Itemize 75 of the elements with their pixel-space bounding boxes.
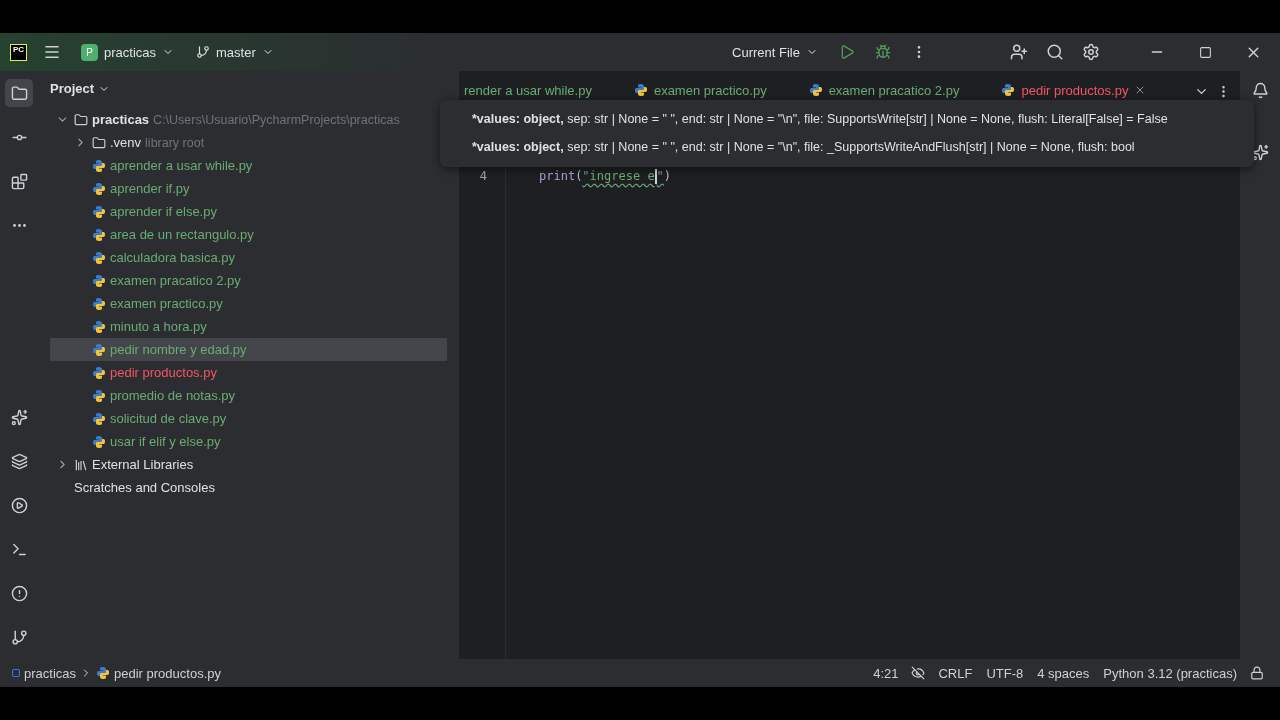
file-name: solicitud de clave.py xyxy=(110,411,227,426)
tree-row[interactable]: area de un rectangulo.py xyxy=(50,223,447,246)
file-name: examen practico.py xyxy=(110,296,223,311)
file-name: aprender a usar while.py xyxy=(110,158,253,173)
parameter-signature: *values: object, sep: str | None = " ", end: str | None = "\n", file: _SupportsWriteAndFlush[str] | None = None, flush: bool xyxy=(472,139,1136,156)
indent-setting[interactable]: 4 spaces xyxy=(1032,665,1095,681)
tree-row[interactable]: examen pracatico 2.py xyxy=(50,269,447,292)
python-file-icon xyxy=(92,365,106,380)
project-dropdown[interactable]: P practicas xyxy=(77,41,179,63)
python-file-icon xyxy=(92,342,106,357)
folder-icon xyxy=(74,112,88,127)
folder-path: library root xyxy=(145,135,205,150)
python-file-icon xyxy=(92,273,106,288)
python-file-icon xyxy=(92,434,106,449)
folder-path: C:\Users\Usuario\PycharmProjects\practicas xyxy=(153,112,400,127)
folder-icon xyxy=(92,135,106,150)
parameter-signature: *values: object, sep: str | None = " ", end: str | None = "\n", file: SupportsWrite[str] | None = None, flush: Literal[False] = False xyxy=(472,111,1169,128)
file-encoding[interactable]: UTF-8 xyxy=(981,665,1029,681)
tree-row[interactable]: aprender a usar while.py xyxy=(50,154,447,177)
python-file-icon xyxy=(92,181,106,196)
file-name: calculadora basica.py xyxy=(110,250,236,265)
file-name: pedir nombre y edad.py xyxy=(110,342,247,357)
python-interpreter[interactable]: Python 3.12 (practicas) xyxy=(1098,665,1242,681)
python-file-icon xyxy=(92,158,106,173)
line-separator[interactable]: CRLF xyxy=(933,665,978,681)
python-file-icon xyxy=(92,388,106,403)
file-name: pedir productos.py xyxy=(110,365,217,380)
breadcrumb[interactable]: practicas xyxy=(24,665,77,681)
file-name: promedio de notas.py xyxy=(110,388,236,403)
tree-row[interactable]: pedir productos.py xyxy=(50,361,447,384)
selected-tree-row[interactable]: pedir nombre y edad.py xyxy=(50,338,447,361)
folder-name: practicas xyxy=(92,112,150,127)
tree-row[interactable]: aprender if else.py xyxy=(50,200,447,223)
file-name: aprender if.py xyxy=(110,181,190,196)
file-name: area de un rectangulo.py xyxy=(110,227,254,242)
module-icon xyxy=(12,669,20,677)
python-file-icon xyxy=(92,296,106,311)
caret-position[interactable]: 4:21 xyxy=(868,665,904,681)
file-name: aprender if else.py xyxy=(110,204,217,219)
tree-row[interactable]: Scratches and Consoles xyxy=(50,476,447,499)
project-tool-icon[interactable] xyxy=(5,79,33,107)
tree-row[interactable]: calculadora basica.py xyxy=(50,246,447,269)
branch-dropdown[interactable]: master xyxy=(192,42,278,62)
project-panel-title[interactable]: Project xyxy=(50,75,447,108)
tree-row[interactable]: usar if elif y else.py xyxy=(50,430,447,453)
tree-row[interactable]: practicas C:\Users\Usuario\PycharmProjects\practicas xyxy=(50,108,447,131)
run-config-dropdown[interactable]: Current File xyxy=(728,42,822,62)
line-number: 4 xyxy=(478,168,488,185)
python-file-icon xyxy=(92,411,106,426)
tree-row[interactable]: examen practico.py xyxy=(50,292,447,315)
editor-tab[interactable]: examen pracatico 2.py xyxy=(788,71,982,111)
tree-row[interactable]: solicitud de clave.py xyxy=(50,407,447,430)
folder-name: .venv xyxy=(110,135,142,150)
library-name: External Libraries xyxy=(92,457,194,472)
scratches-name: Scratches and Consoles xyxy=(74,480,215,495)
app-logo: PC xyxy=(10,43,27,61)
file-name: examen pracatico 2.py xyxy=(110,273,241,288)
tree-row[interactable]: External Libraries xyxy=(50,453,447,476)
tree-row[interactable]: .venv library root xyxy=(50,131,447,154)
tree-row[interactable]: aprender if.py xyxy=(50,177,447,200)
python-file-icon xyxy=(92,204,106,219)
python-file-icon xyxy=(92,319,106,334)
python-file-icon xyxy=(92,227,106,242)
project-badge: P xyxy=(81,43,98,61)
editor-tab[interactable]: examen practico.py xyxy=(613,71,789,111)
code-line: print("ingrese e ") xyxy=(538,168,672,186)
file-name: usar if elif y else.py xyxy=(110,434,221,449)
file-name: minuto a hora.py xyxy=(110,319,207,334)
python-file-icon xyxy=(96,666,111,680)
branch-icon xyxy=(196,45,211,59)
tree-row[interactable]: minuto a hora.py xyxy=(50,315,447,338)
breadcrumb[interactable]: pedir productos.py xyxy=(114,665,221,681)
library-icon xyxy=(74,457,88,472)
tree-row[interactable]: promedio de notas.py xyxy=(50,384,447,407)
python-file-icon xyxy=(92,250,106,265)
